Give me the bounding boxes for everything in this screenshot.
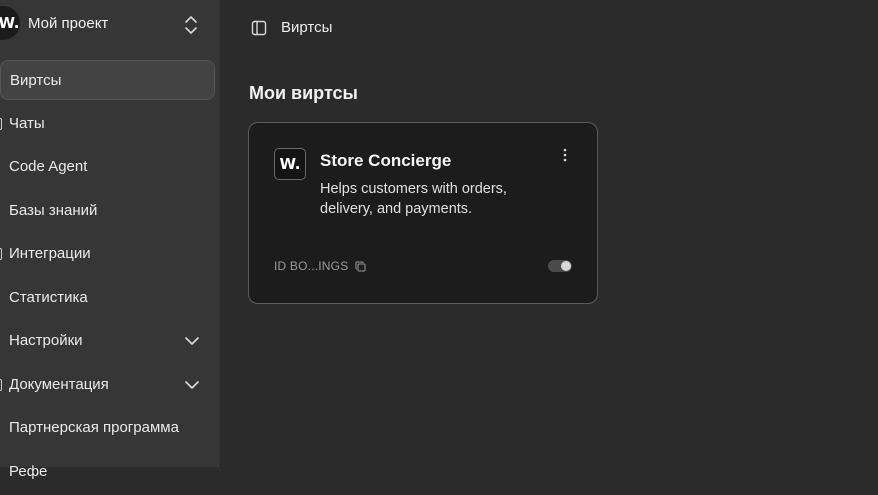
sidebar-item-label: Статистика bbox=[9, 288, 88, 306]
sidebar-item-knowledge-bases[interactable]: Базы знаний bbox=[0, 191, 215, 231]
project-name: Мой проект bbox=[28, 15, 109, 32]
virt-description: Helps customers with orders, delivery, a… bbox=[320, 181, 507, 217]
chevron-up-down-icon[interactable] bbox=[183, 14, 199, 36]
virt-enabled-toggle[interactable] bbox=[548, 260, 572, 272]
sidebar-item-integrations[interactable]: Интеграции bbox=[0, 234, 215, 274]
chevron-down-icon bbox=[185, 380, 199, 389]
sidebar-item-documentation[interactable]: Документация bbox=[0, 365, 215, 405]
copy-icon[interactable] bbox=[355, 261, 366, 272]
sidebar-item-label: Code Agent bbox=[9, 158, 88, 175]
sidebar-item-label: Чаты bbox=[9, 114, 45, 132]
project-logo: W. bbox=[0, 6, 20, 40]
more-options-icon[interactable] bbox=[559, 147, 571, 163]
sidebar-item-label: Базы знаний bbox=[9, 201, 98, 219]
sidebar-item-label: Настройки bbox=[9, 332, 83, 349]
sidebar-item-virts[interactable]: Виртсы bbox=[0, 60, 215, 100]
virt-logo: W. bbox=[274, 148, 306, 180]
chevron-down-icon bbox=[185, 337, 199, 345]
sidebar-item-label: Документация bbox=[9, 375, 109, 393]
sidebar-item-partner-program[interactable]: Партнерская программа bbox=[0, 408, 215, 448]
project-switcher[interactable]: W. Мой проект bbox=[0, 0, 219, 50]
sidebar-item-label: Рефе bbox=[9, 462, 48, 480]
chat-icon bbox=[0, 117, 2, 130]
virt-id-label: ID BO...INGS bbox=[274, 259, 349, 273]
project-logo-text: W. bbox=[0, 14, 20, 32]
sidebar-item-chats[interactable]: Чаты bbox=[0, 104, 215, 144]
sidebar-item-label: Интеграции bbox=[9, 245, 91, 262]
sidebar-item-label: Виртсы bbox=[10, 72, 62, 89]
sidebar: W. Мой проект Виртсы Чаты Code Agent Баз… bbox=[0, 0, 219, 480]
toggle-knob bbox=[561, 261, 571, 271]
breadcrumb[interactable]: Виртсы bbox=[281, 19, 332, 36]
page-title: Мои виртсы bbox=[249, 83, 358, 103]
virt-id: ID BO...INGS bbox=[274, 259, 366, 273]
sidebar-nav: Виртсы Чаты Code Agent Базы знаний Интег… bbox=[0, 60, 219, 495]
integration-icon bbox=[0, 248, 2, 260]
document-icon bbox=[0, 378, 2, 391]
sidebar-item-referral[interactable]: Рефе bbox=[0, 452, 215, 492]
sidebar-item-label: Партнерская программа bbox=[9, 419, 179, 436]
virt-card[interactable]: W. Store Concierge Helps customers with … bbox=[248, 122, 598, 304]
sidebar-toggle-icon[interactable] bbox=[251, 20, 267, 36]
virt-title: Store Concierge bbox=[320, 151, 452, 170]
sidebar-item-code-agent[interactable]: Code Agent bbox=[0, 147, 215, 187]
sidebar-item-statistics[interactable]: Статистика bbox=[0, 278, 215, 318]
sidebar-item-settings[interactable]: Настройки bbox=[0, 321, 215, 361]
